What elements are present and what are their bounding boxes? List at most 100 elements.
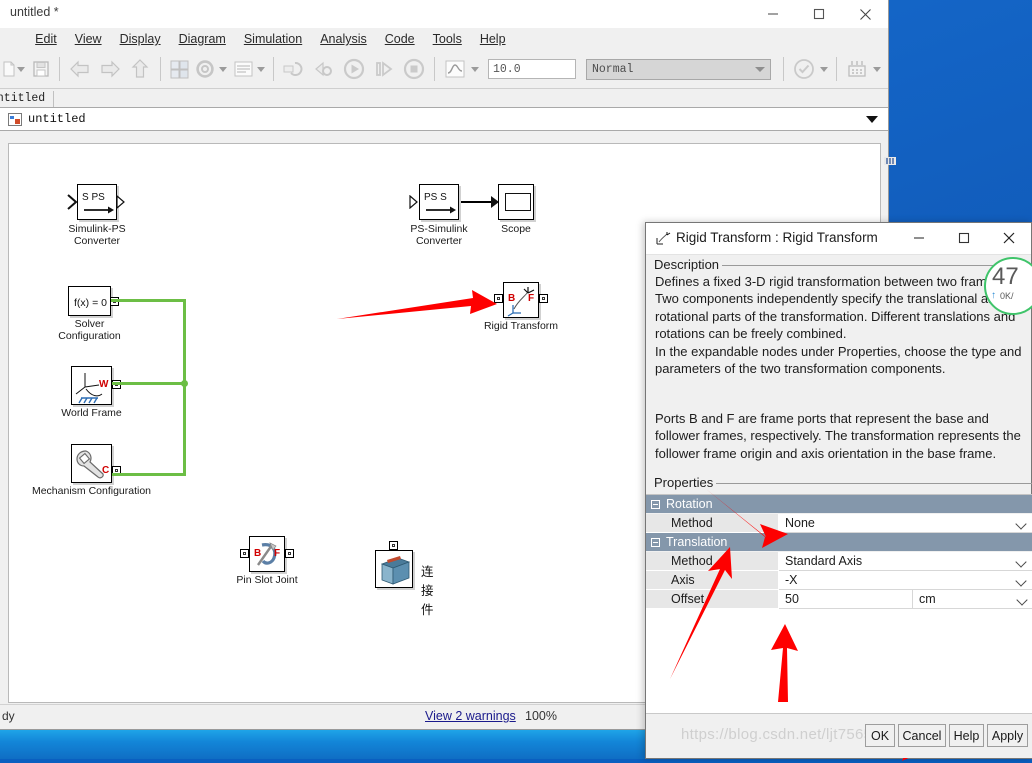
block-mechanism-configuration[interactable]: C Mechanism Configuration	[71, 444, 112, 483]
up-arrow-icon[interactable]	[125, 54, 155, 84]
close-icon[interactable]	[842, 0, 888, 28]
library-browser-icon[interactable]	[166, 54, 192, 84]
block-connector-part[interactable]: 连接件	[375, 550, 413, 588]
port-letter-f: F	[274, 548, 280, 559]
advisor-dropdown-icon[interactable]	[820, 67, 828, 72]
property-label: Method	[646, 552, 779, 571]
properties-panel[interactable]: Rotation Method None Translation Method …	[646, 494, 1032, 716]
property-value-select[interactable]: -X	[779, 571, 1032, 590]
annotation-arrow-rigid-transform	[335, 287, 500, 327]
block-label-line1: Rigid Transform	[484, 320, 558, 332]
window-controls	[750, 0, 888, 28]
explorer-dropdown-icon[interactable]	[257, 67, 265, 72]
gear-icon[interactable]	[192, 54, 218, 84]
simulation-data-inspector-icon[interactable]	[440, 54, 470, 84]
document-tab-label: untitled	[0, 92, 45, 105]
chevron-down-icon	[1015, 556, 1026, 567]
block-label-line1: Simulink-PS	[68, 223, 125, 235]
collapse-icon[interactable]	[651, 538, 660, 547]
menu-item-analysis[interactable]: Analysis	[311, 30, 376, 48]
dialog-maximize-icon[interactable]	[941, 223, 986, 253]
property-value: 50	[785, 592, 799, 606]
property-unit-select[interactable]: cm	[913, 590, 1032, 609]
menu-item-view-label: View	[75, 32, 102, 46]
window-title: untitled *	[10, 5, 59, 19]
property-row-rotation-method[interactable]: Method None	[646, 514, 1032, 533]
forward-arrow-icon[interactable]	[95, 54, 125, 84]
model-explorer-icon[interactable]	[230, 54, 256, 84]
document-tab-untitled[interactable]: untitled	[0, 91, 54, 107]
settings-dropdown-icon[interactable]	[219, 67, 227, 72]
help-button-label: Help	[954, 729, 980, 743]
port-letter-f: F	[528, 293, 534, 304]
stop-icon[interactable]	[399, 54, 429, 84]
help-button[interactable]: Help	[949, 724, 984, 747]
dialog-title: Rigid Transform : Rigid Transform	[676, 230, 878, 245]
physical-wire	[112, 382, 186, 385]
main-toolbar: Normal	[0, 50, 888, 89]
menu-item-edit[interactable]: Edit	[26, 30, 66, 48]
menu-item-code[interactable]: Code	[376, 30, 424, 48]
new-model-dropdown-icon[interactable]	[17, 67, 25, 72]
breadcrumb: untitled	[0, 107, 888, 131]
dialog-close-icon[interactable]	[986, 223, 1031, 253]
property-group-translation[interactable]: Translation	[646, 533, 1032, 552]
property-row-translation-offset[interactable]: Offset 50 cm	[646, 590, 1032, 609]
collapse-icon[interactable]	[651, 500, 660, 509]
chevron-down-icon	[1016, 594, 1027, 605]
property-value-select[interactable]: Standard Axis	[779, 552, 1032, 571]
block-ps-simulink-converter[interactable]: PS S PS-Simulink Converter	[419, 184, 459, 220]
view-warnings-link[interactable]: View 2 warnings	[425, 709, 516, 723]
description-group-line	[722, 265, 1032, 266]
block-pin-slot-joint[interactable]: B F Pin Slot Joint	[249, 536, 285, 572]
menu-item-help[interactable]: Help	[471, 30, 515, 48]
build-model-icon[interactable]	[842, 54, 872, 84]
description-group-label: Description	[654, 257, 724, 272]
update-model-icon[interactable]	[279, 54, 309, 84]
input-port-icon	[409, 195, 419, 209]
dialog-title-bar: Rigid Transform : Rigid Transform	[646, 223, 1031, 255]
block-simulink-ps-converter[interactable]: S PS Simulink-PS Converter	[77, 184, 117, 220]
stop-time-input[interactable]	[488, 59, 576, 79]
property-row-translation-axis[interactable]: Axis -X	[646, 571, 1032, 590]
save-icon[interactable]	[28, 54, 54, 84]
new-model-icon[interactable]	[2, 54, 16, 84]
menu-item-display[interactable]: Display	[111, 30, 170, 48]
physical-port-icon	[389, 541, 398, 550]
fast-restart-icon[interactable]	[309, 54, 339, 84]
minimize-icon[interactable]	[750, 0, 796, 28]
signal-wire	[461, 201, 493, 203]
block-label-line2: Configuration	[58, 330, 120, 342]
property-row-translation-method[interactable]: Method Standard Axis	[646, 552, 1032, 571]
simulation-mode-select[interactable]: Normal	[586, 59, 771, 80]
maximize-icon[interactable]	[796, 0, 842, 28]
breadcrumb-dropdown-icon[interactable]	[866, 116, 878, 123]
block-label: Scope	[501, 223, 531, 235]
back-arrow-icon[interactable]	[65, 54, 95, 84]
ok-button[interactable]: OK	[865, 724, 895, 747]
step-forward-icon[interactable]	[369, 54, 399, 84]
properties-group-label: Properties	[654, 475, 718, 490]
model-advisor-icon[interactable]	[789, 54, 819, 84]
menu-item-simulation[interactable]: Simulation	[235, 30, 311, 48]
property-group-rotation[interactable]: Rotation	[646, 495, 1032, 514]
rigid-transform-icon	[655, 231, 671, 247]
property-value-select[interactable]: None	[779, 514, 1032, 533]
property-value: None	[785, 516, 815, 530]
menu-item-diagram[interactable]: Diagram	[170, 30, 235, 48]
block-solver-configuration[interactable]: f(x) = 0 Solver Configuration	[68, 286, 111, 316]
block-rigid-transform[interactable]: B F Rigid Transform	[503, 282, 539, 318]
block-scope[interactable]: Scope	[498, 184, 534, 220]
apply-button[interactable]: Apply	[987, 724, 1028, 747]
build-dropdown-icon[interactable]	[873, 67, 881, 72]
run-icon[interactable]	[339, 54, 369, 84]
dialog-minimize-icon[interactable]	[896, 223, 941, 253]
block-world-frame[interactable]: W World Frame	[71, 366, 112, 405]
menu-item-display-label: Display	[120, 32, 161, 46]
inspector-dropdown-icon[interactable]	[471, 67, 479, 72]
menu-item-view[interactable]: View	[66, 30, 111, 48]
menu-item-file[interactable]: File	[2, 30, 26, 48]
menu-item-tools[interactable]: Tools	[424, 30, 471, 48]
cancel-button[interactable]: Cancel	[898, 724, 946, 747]
property-value-input[interactable]: 50	[779, 590, 913, 609]
